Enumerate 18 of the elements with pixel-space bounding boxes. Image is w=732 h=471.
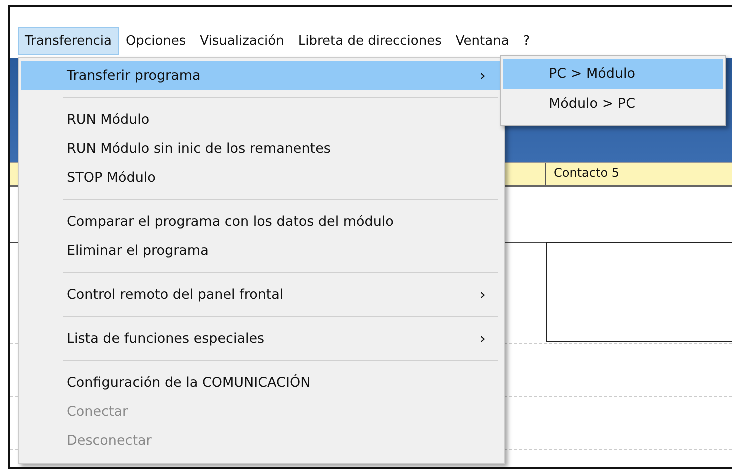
- submenu-item[interactable]: PC > Módulo: [503, 59, 723, 89]
- menu-item[interactable]: Lista de funciones especiales ›: [21, 324, 502, 353]
- menu-item[interactable]: Eliminar el programa: [21, 236, 502, 265]
- menu-item[interactable]: Control remoto del panel frontal ›: [21, 280, 502, 309]
- menu-bar-item[interactable]: Transferencia: [18, 27, 119, 55]
- menu-item[interactable]: RUN Módulo: [21, 105, 502, 134]
- menu-bar-item[interactable]: Ventana: [448, 27, 516, 55]
- submenu-item[interactable]: Módulo > PC: [503, 89, 723, 119]
- menu-bar-item[interactable]: Opciones: [118, 27, 194, 55]
- menu-item[interactable]: Comparar el programa con los datos del módulo: [21, 207, 502, 236]
- menu-item[interactable]: Configuración de la COMUNICACIÓN: [21, 368, 502, 397]
- menu-bar-item[interactable]: ?: [516, 27, 538, 55]
- menu-item[interactable]: RUN Módulo sin inic de los remanentes: [21, 134, 502, 163]
- column-header: Contacto 5: [553, 165, 620, 182]
- menu-bar-item[interactable]: Visualización: [193, 27, 292, 55]
- menu-item[interactable]: Transferir programa ›: [21, 61, 502, 90]
- menu-item[interactable]: STOP Módulo: [21, 163, 502, 192]
- menu-bar-item[interactable]: Libreta de direcciones: [291, 27, 449, 55]
